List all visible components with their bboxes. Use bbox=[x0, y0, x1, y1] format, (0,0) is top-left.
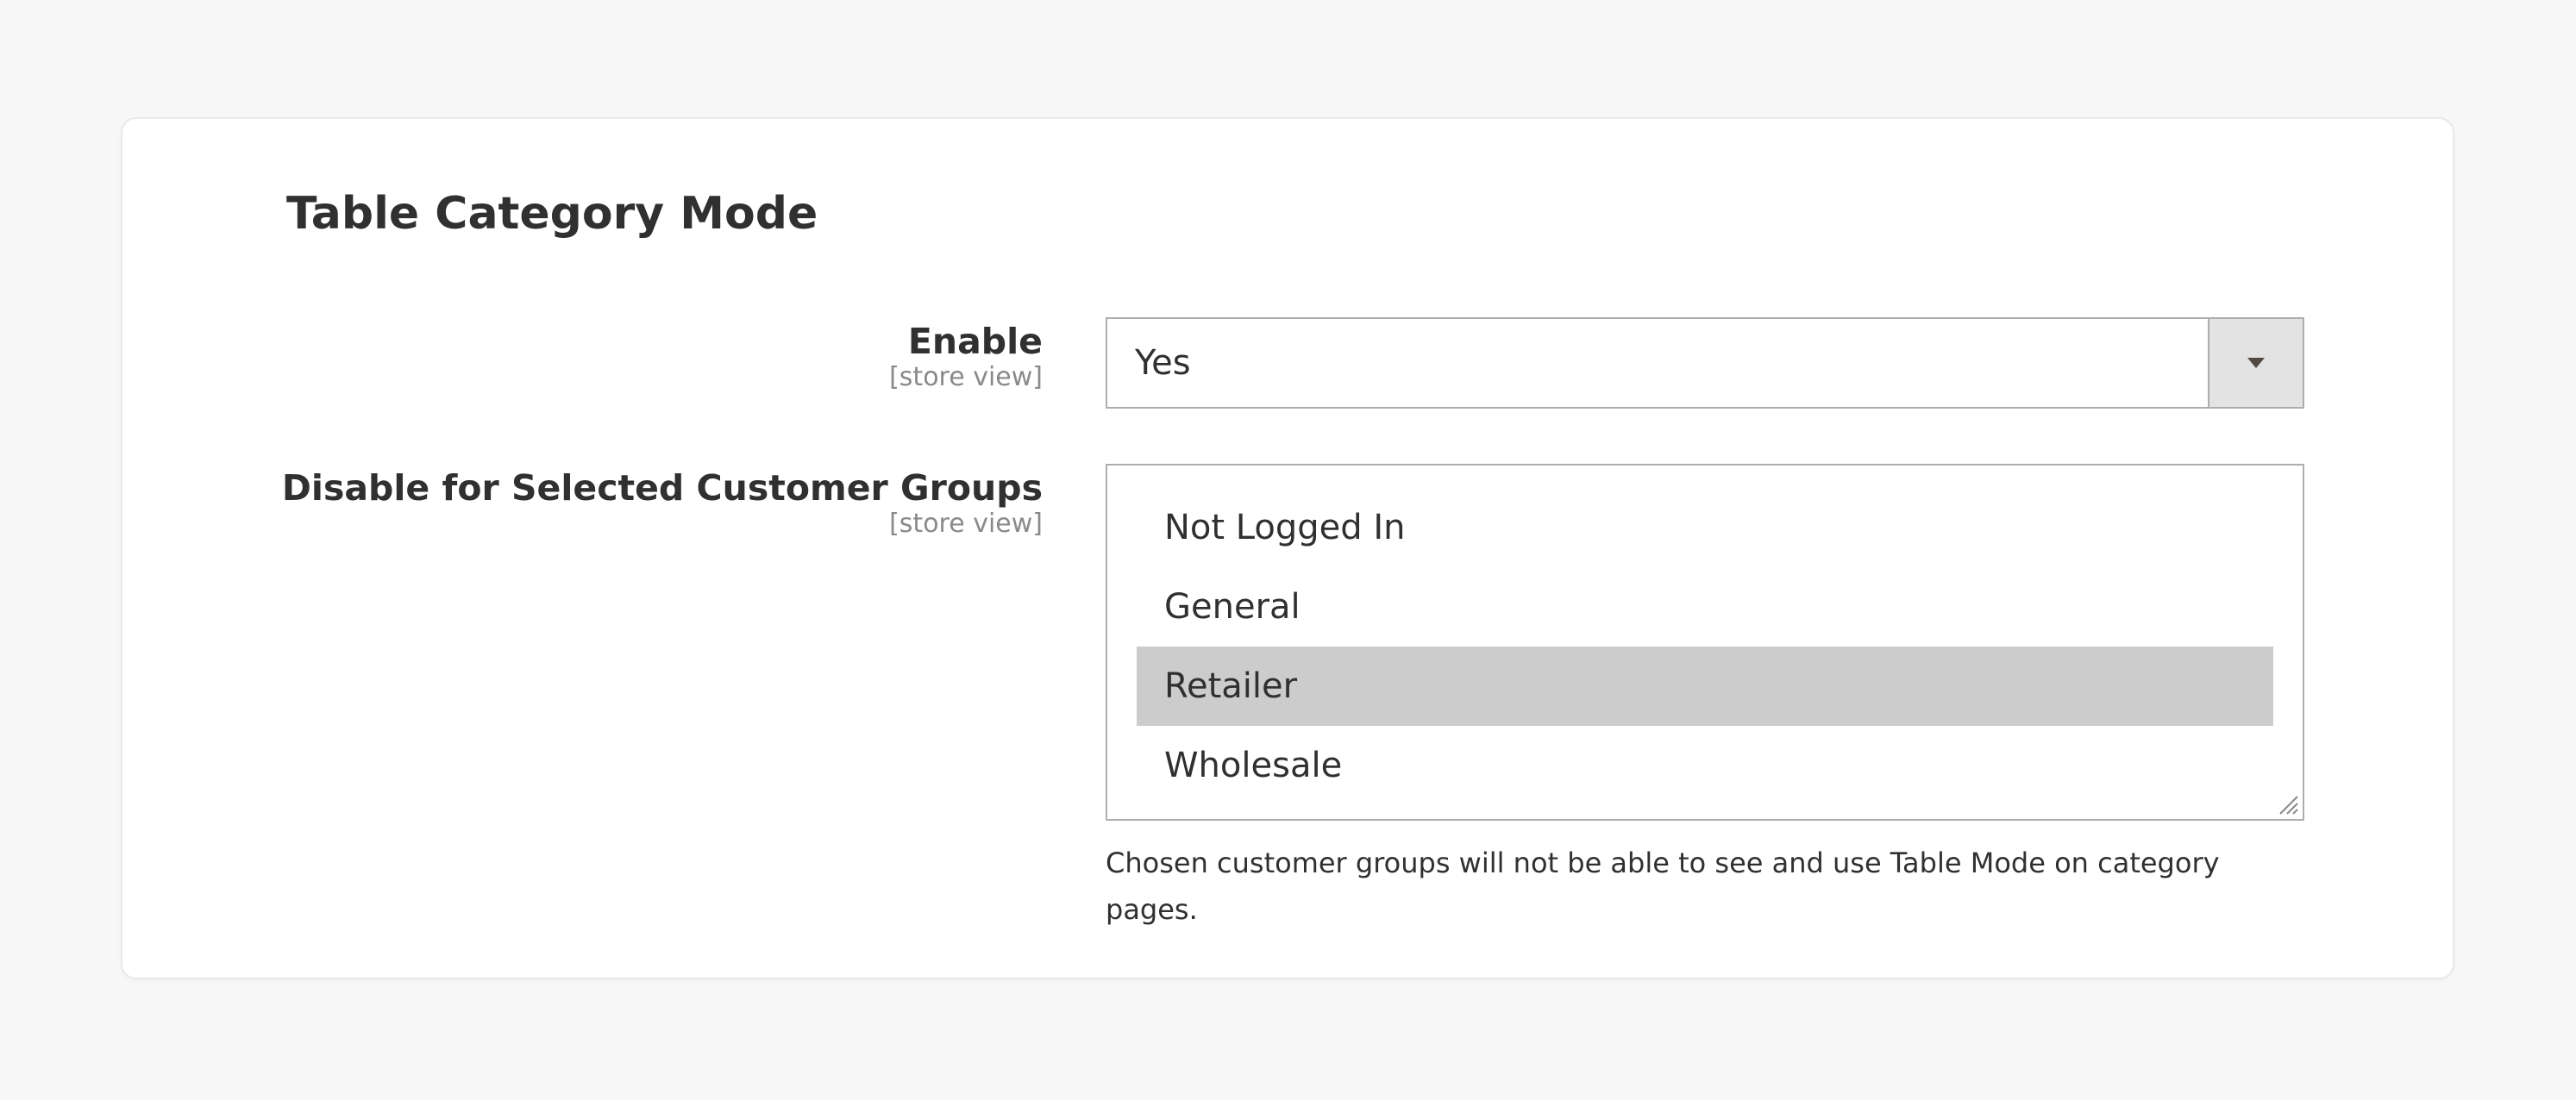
enable-field-label: Enable [store view] bbox=[889, 321, 1043, 393]
option-retailer[interactable]: Retailer bbox=[1137, 647, 2273, 726]
section-title: Table Category Mode bbox=[286, 188, 818, 240]
customer-groups-scope: [store view] bbox=[889, 509, 1043, 539]
customer-groups-field-label: Disable for Selected Customer Groups [st… bbox=[282, 467, 1043, 540]
option-wholesale[interactable]: Wholesale bbox=[1137, 726, 2273, 805]
config-panel: Table Category Mode Enable [store view] … bbox=[121, 117, 2454, 979]
option-not-logged-in[interactable]: Not Logged In bbox=[1137, 488, 2273, 567]
customer-groups-note: Chosen customer groups will not be able … bbox=[1106, 847, 2220, 926]
enable-select-value: Yes bbox=[1135, 343, 1191, 383]
enable-select[interactable]: Yes bbox=[1106, 317, 2304, 409]
customer-groups-multiselect[interactable]: Not Logged In General Retailer Wholesale bbox=[1106, 464, 2304, 821]
dropdown-button[interactable] bbox=[2208, 319, 2303, 407]
customer-groups-label: Disable for Selected Customer Groups bbox=[281, 467, 1043, 509]
enable-scope: [store view] bbox=[889, 362, 1043, 392]
enable-label: Enable bbox=[907, 321, 1043, 362]
option-general[interactable]: General bbox=[1137, 567, 2273, 647]
resize-handle-icon[interactable] bbox=[2273, 790, 2299, 816]
chevron-down-icon bbox=[2247, 358, 2265, 368]
